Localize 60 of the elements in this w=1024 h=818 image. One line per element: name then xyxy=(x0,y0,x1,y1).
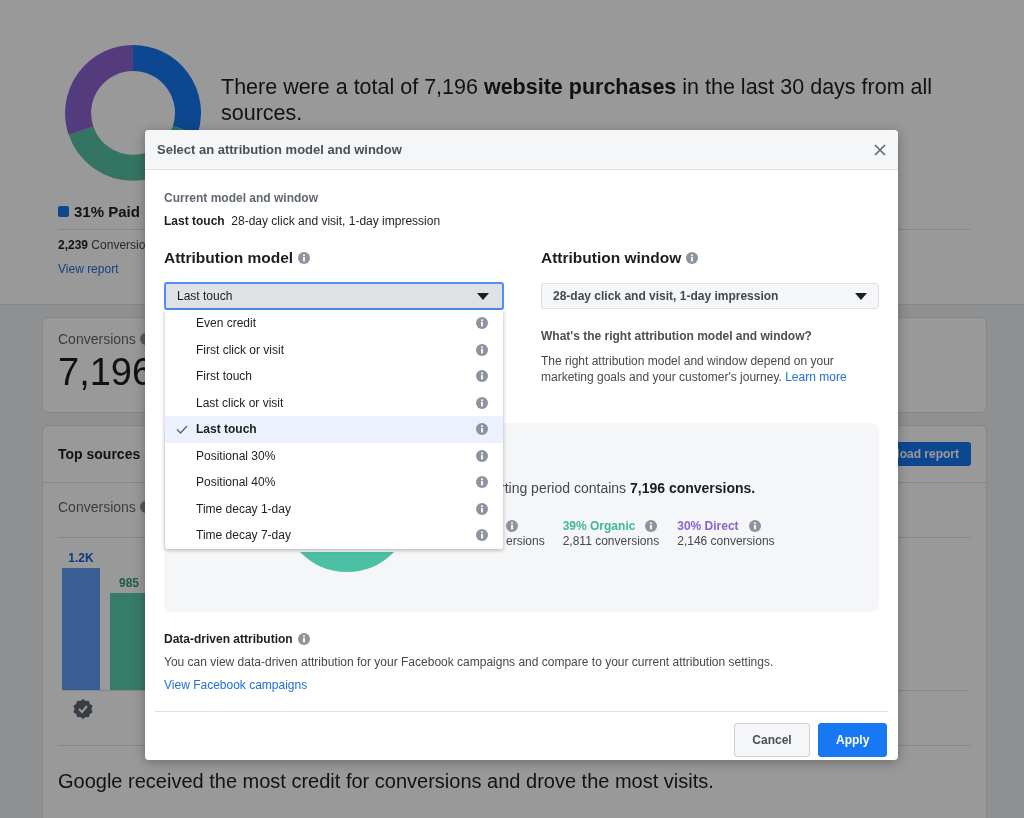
learn-more-link[interactable]: Learn more xyxy=(785,370,847,384)
info-icon xyxy=(476,396,488,409)
view-report-link[interactable]: View report xyxy=(58,262,119,276)
dropdown-option[interactable]: Positional 30% xyxy=(165,442,503,469)
info-icon xyxy=(645,519,658,532)
dropdown-option[interactable]: First click or visit xyxy=(165,336,503,363)
view-campaigns-link[interactable]: View Facebook campaigns xyxy=(164,678,879,692)
section-heading: Attribution window xyxy=(541,249,682,267)
current-model-label: Current model and window xyxy=(164,191,319,205)
dropdown-option[interactable]: Time decay 7-day xyxy=(165,522,503,549)
info-icon xyxy=(686,252,699,264)
help-title: What's the right attribution model and window? xyxy=(541,329,813,343)
section-heading: Attribution model xyxy=(164,249,294,267)
dropdown-option[interactable]: Last touch xyxy=(165,416,503,443)
current-model-value: Last touch 28-day click and visit, 1-day impression xyxy=(164,214,442,228)
check-badge-icon xyxy=(73,699,93,719)
dropdown-option[interactable]: Positional 40% xyxy=(165,469,503,496)
cancel-button[interactable]: Cancel xyxy=(734,723,810,757)
card-label: Conversions xyxy=(58,331,136,347)
info-icon xyxy=(297,633,310,645)
caret-icon xyxy=(477,292,489,300)
legend-detail: ersions xyxy=(506,534,545,548)
close-icon[interactable] xyxy=(874,143,886,156)
info-icon xyxy=(476,476,488,489)
dropdown-option[interactable]: Even credit xyxy=(165,310,503,337)
info-icon xyxy=(476,502,488,515)
info-icon xyxy=(476,370,488,383)
section-title: Data-driven attribution xyxy=(164,632,293,646)
chart-label: Conversions xyxy=(58,499,136,515)
caret-icon xyxy=(855,292,867,300)
info-icon xyxy=(748,519,761,532)
conversions-count: 2,239 Conversio xyxy=(58,238,146,252)
legend-label: 31% Paid xyxy=(74,203,140,220)
legend-detail: 2,146 conversions xyxy=(677,534,775,548)
info-icon xyxy=(476,317,488,330)
info-icon xyxy=(298,252,311,264)
attribution-window-select[interactable]: 28-day click and visit, 1-day impression xyxy=(541,283,879,309)
info-icon xyxy=(476,449,488,462)
check-icon xyxy=(176,424,188,434)
attribution-model-select[interactable]: Last touch xyxy=(164,282,504,310)
summary-headline: There were a total of 7,196 website purchases in the last 30 days from all sources. xyxy=(221,74,934,126)
card-title: Top sources xyxy=(58,446,141,462)
legend-label: 30% Direct xyxy=(677,518,739,533)
legend-label: 39% Organic xyxy=(562,518,636,533)
top-sources-summary: Google received the most credit for conversions and drove the most visits. xyxy=(58,770,715,793)
dialog-title: Select an attribution model and window xyxy=(157,142,402,157)
info-icon xyxy=(476,529,488,542)
info-icon xyxy=(476,423,488,436)
info-icon xyxy=(476,343,488,356)
apply-button[interactable]: Apply xyxy=(818,723,887,757)
dropdown-option[interactable]: First touch xyxy=(165,363,503,390)
bar-value-label: 985 xyxy=(119,576,139,590)
dropdown-option[interactable]: Time decay 1-day xyxy=(165,495,503,522)
help-text: The right attribution model and window depend on your marketing goals and your customer's journey. Learn more xyxy=(541,353,848,385)
bar-value-label: 1.2K xyxy=(68,551,94,565)
info-icon xyxy=(506,519,518,532)
dropdown-option[interactable]: Last click or visit xyxy=(165,389,503,416)
legend-swatch xyxy=(58,206,69,217)
legend-detail: 2,811 conversions xyxy=(562,534,660,548)
data-driven-text: You can view data-driven attribution for your Facebook campaigns and compare to your current attribution settings. xyxy=(164,655,775,669)
